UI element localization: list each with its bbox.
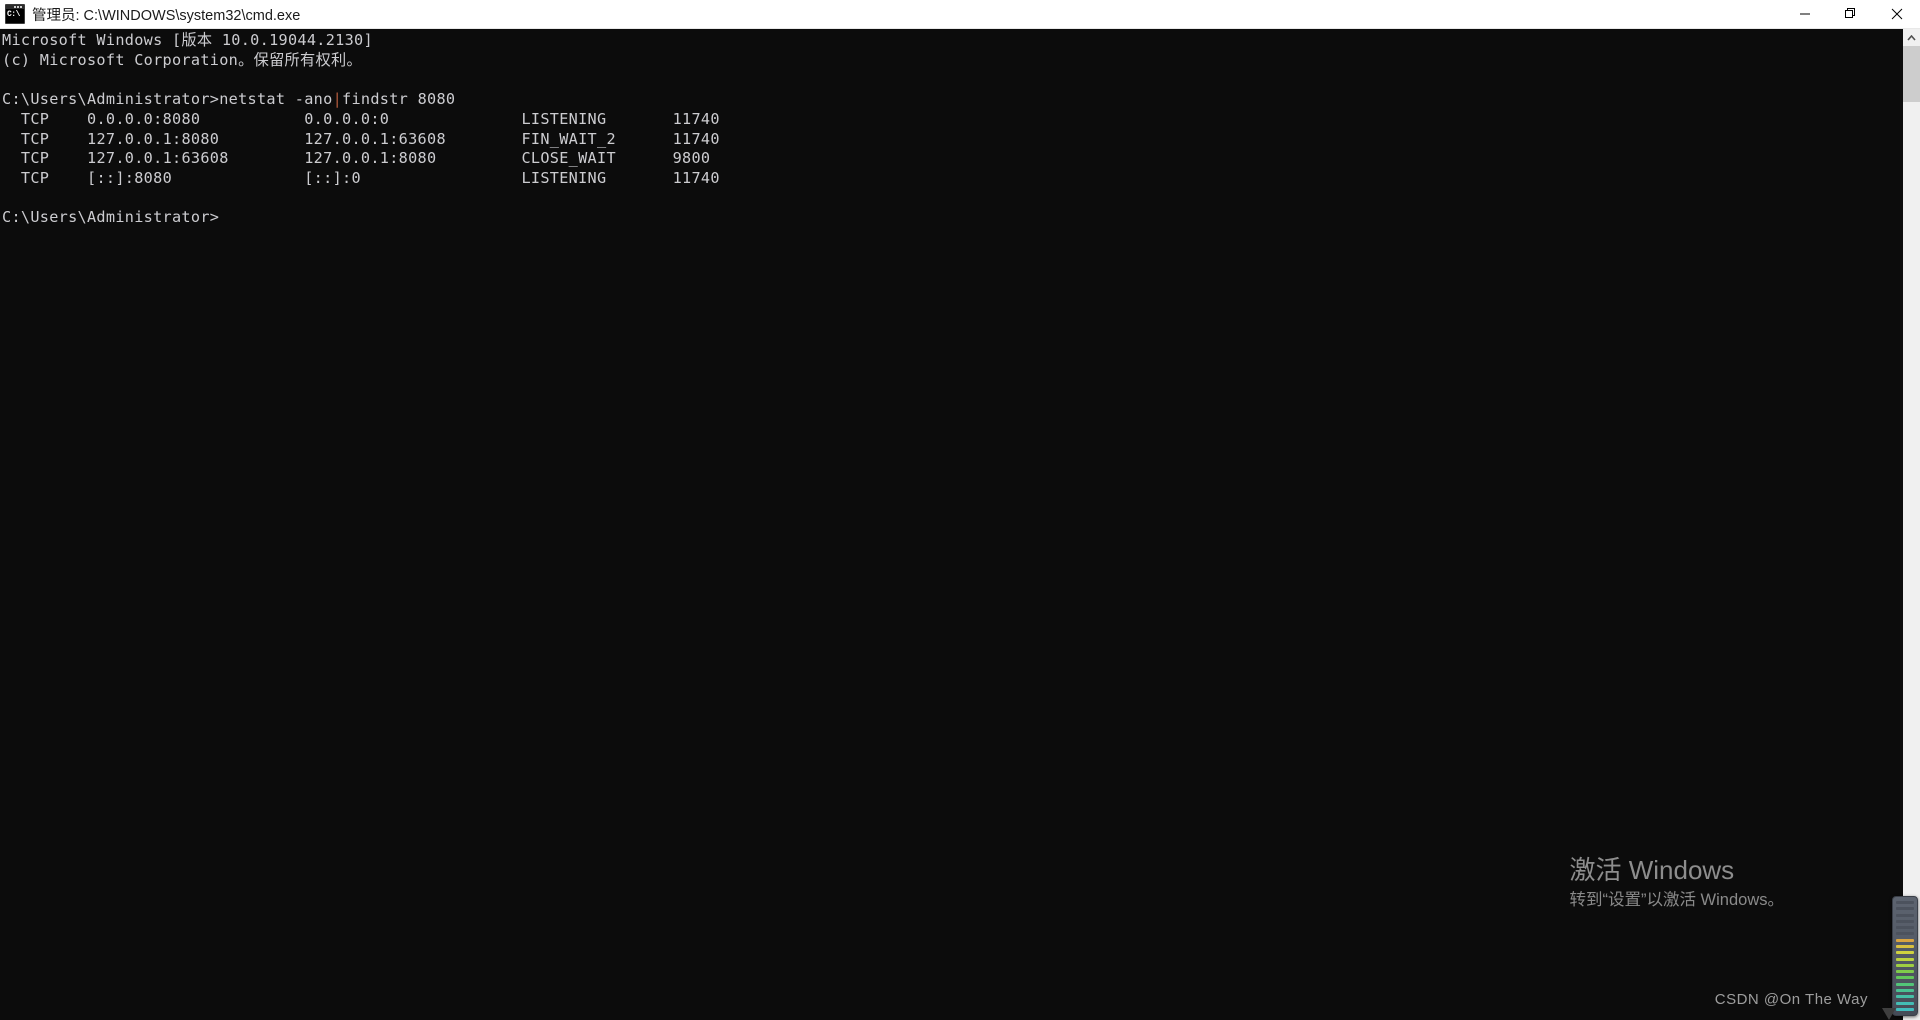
cmd-window: C:\ 管理员: C:\WINDOWS\system32\cmd.exe Mic… [0, 0, 1920, 1020]
table-row: TCP 0.0.0.0:8080 0.0.0.0:0 LISTENING 117… [2, 110, 1902, 130]
row-foreign: 127.0.0.1:63608 [304, 129, 446, 148]
vertical-scrollbar[interactable] [1902, 29, 1920, 1020]
terminal-line-blank-1 [2, 70, 1902, 90]
watermark-title: 激活 Windows [1569, 855, 1735, 885]
csdn-credit: CSDN @On The Way [1714, 991, 1868, 1008]
terminal-screen[interactable]: Microsoft Windows [版本 10.0.19044.2130] (… [0, 29, 1902, 1020]
activate-windows-watermark: 激活 Windows 转到“设置”以激活 Windows。 [1569, 854, 1784, 912]
row-local: 0.0.0.0:8080 [87, 109, 201, 128]
level-meter[interactable] [1892, 896, 1918, 1016]
command-space-1 [285, 90, 294, 108]
row-local: [::]:8080 [87, 168, 173, 187]
row-state: LISTENING [521, 109, 607, 128]
close-icon [1891, 8, 1903, 20]
chevron-up-icon [1907, 34, 1916, 41]
minimize-button[interactable] [1782, 0, 1828, 28]
row-pid: 11740 [672, 129, 720, 148]
terminal-line-blank-2 [2, 189, 1902, 209]
row-foreign: 0.0.0.0:0 [304, 109, 390, 128]
scrollbar-track[interactable] [1903, 46, 1920, 1020]
row-proto: TCP [20, 149, 50, 168]
table-row: TCP 127.0.0.1:8080 127.0.0.1:63608 FIN_W… [2, 130, 1902, 150]
row-foreign: [::]:0 [304, 168, 361, 187]
window-body: Microsoft Windows [版本 10.0.19044.2130] (… [0, 29, 1920, 1020]
row-local: 127.0.0.1:8080 [87, 129, 220, 148]
row-pid: 11740 [672, 168, 720, 187]
row-pid: 9800 [672, 149, 711, 168]
terminal-command-line: C:\Users\Administrator>netstat -ano|find… [2, 90, 1902, 110]
row-state: LISTENING [521, 168, 607, 187]
table-row: TCP 127.0.0.1:63608 127.0.0.1:8080 CLOSE… [2, 149, 1902, 169]
row-pid: 11740 [672, 109, 720, 128]
row-local: 127.0.0.1:63608 [87, 149, 229, 168]
prompt-text: C:\Users\Administrator> [2, 90, 220, 109]
row-proto: TCP [20, 109, 50, 128]
cmd-icon: C:\ [5, 4, 25, 24]
trailing-prompt-text: C:\Users\Administrator> [2, 208, 220, 227]
scrollbar-thumb[interactable] [1903, 46, 1920, 102]
row-state: CLOSE_WAIT [521, 149, 616, 168]
command-flags: -ano [294, 90, 333, 109]
row-proto: TCP [20, 168, 50, 187]
watermark-subtitle: 转到“设置”以激活 Windows。 [1569, 891, 1784, 909]
minimize-icon [1800, 13, 1810, 15]
title-bar[interactable]: C:\ 管理员: C:\WINDOWS\system32\cmd.exe [0, 0, 1920, 29]
close-button[interactable] [1874, 0, 1920, 28]
table-row: TCP [::]:8080 [::]:0 LISTENING 11740 [2, 169, 1902, 189]
command-filter: findstr 8080 [342, 90, 456, 109]
terminal-trailing-prompt: C:\Users\Administrator> [2, 208, 1902, 228]
command-program: netstat [219, 90, 286, 109]
row-state: FIN_WAIT_2 [521, 129, 616, 148]
meter-pointer-icon [1882, 1008, 1896, 1020]
cmd-icon-glyph: C:\ [6, 9, 24, 23]
command-pipe: | [332, 90, 343, 109]
row-foreign: 127.0.0.1:8080 [304, 149, 437, 168]
terminal-line-banner-1: Microsoft Windows [版本 10.0.19044.2130] [2, 31, 373, 49]
row-proto: TCP [20, 129, 50, 148]
restore-icon [1845, 8, 1855, 18]
scroll-up-button[interactable] [1903, 29, 1920, 46]
terminal-line-banner-2: (c) Microsoft Corporation。保留所有权利。 [2, 50, 362, 69]
restore-button[interactable] [1828, 0, 1874, 28]
window-title: 管理员: C:\WINDOWS\system32\cmd.exe [32, 7, 301, 24]
